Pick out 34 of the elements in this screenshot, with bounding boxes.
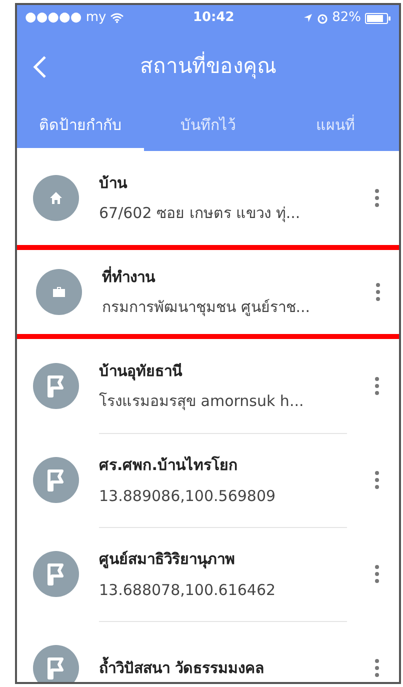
place-address: 67/602 ซอย เกษตร แขวง ทุ่... xyxy=(99,203,302,224)
clock-time: 10:42 xyxy=(192,9,234,28)
place-name: บ้าน xyxy=(99,172,128,194)
more-vertical-icon xyxy=(375,565,379,583)
place-row[interactable]: ถ้ำวิปัสสนา วัดธรรมมงคล xyxy=(17,621,399,682)
place-row[interactable]: ศร.ศพก.บ้านไทรโยก 13.889086,100.569809 xyxy=(17,433,399,527)
location-arrow-icon xyxy=(303,13,314,23)
more-vertical-icon xyxy=(375,659,379,677)
place-address: 13.889086,100.569809 xyxy=(99,486,277,506)
place-row[interactable]: ที่ทำงาน กรมการพัฒนาชุมชน ศูนย์ราช... xyxy=(17,245,399,339)
wifi-icon xyxy=(110,13,124,23)
page-title: สถานที่ของคุณ xyxy=(63,51,383,83)
more-vertical-icon xyxy=(376,283,380,301)
place-name: ถ้ำวิปัสสนา วัดธรรมมงคล xyxy=(99,657,347,680)
carrier-label: ●●●●● my xyxy=(25,9,106,28)
place-row[interactable]: ศูนย์สมาธิวิริยานุภาพ 13.688078,100.616462 xyxy=(17,527,399,621)
place-row[interactable]: บ้านอุทัยธานี โรงแรมอมรสุข amornsuk h... xyxy=(17,339,399,433)
battery-icon xyxy=(364,12,391,24)
more-vertical-icon xyxy=(375,189,379,207)
place-address: กรมการพัฒนาชุมชน ศูนย์ราช... xyxy=(102,297,312,318)
place-name: ที่ทำงาน xyxy=(102,266,156,288)
more-vertical-icon xyxy=(375,377,379,395)
alarm-icon xyxy=(317,12,328,24)
battery-percent: 82% xyxy=(332,9,361,28)
place-name: ศร.ศพก.บ้านไทรโยก xyxy=(99,455,238,476)
place-row[interactable]: บ้าน 67/602 ซอย เกษตร แขวง ทุ่... xyxy=(17,151,399,245)
home-icon xyxy=(48,190,64,206)
briefcase-icon xyxy=(51,284,67,300)
place-name: ศูนย์สมาธิวิริยานุภาพ xyxy=(99,549,236,570)
back-chevron-icon xyxy=(33,55,47,79)
place-address: 13.688078,100.616462 xyxy=(99,580,277,600)
more-vertical-icon xyxy=(375,471,379,489)
place-name: บ้านอุทัยธานี xyxy=(99,360,184,382)
place-address: โรงแรมอมรสุข amornsuk h... xyxy=(99,391,305,412)
